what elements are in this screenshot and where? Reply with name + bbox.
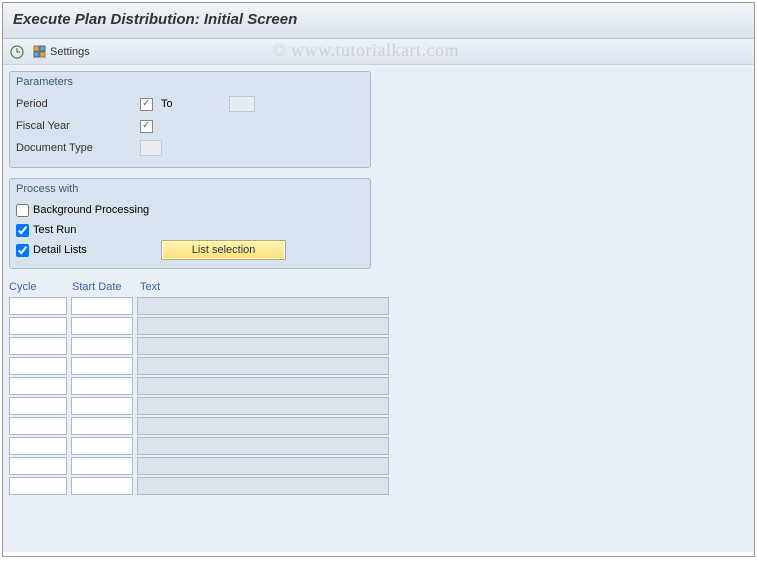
- start-date-field[interactable]: [71, 397, 133, 415]
- start-date-field[interactable]: [71, 457, 133, 475]
- start-date-field[interactable]: [71, 337, 133, 355]
- text-field[interactable]: [137, 297, 389, 315]
- col-header-cycle: Cycle: [9, 281, 64, 293]
- table-row: [9, 297, 407, 315]
- table-row: [9, 477, 407, 495]
- start-date-field[interactable]: [71, 357, 133, 375]
- period-to-field[interactable]: [229, 96, 255, 112]
- process-with-group-title: Process with: [10, 179, 370, 198]
- cycle-field[interactable]: [9, 357, 67, 375]
- fiscal-year-label: Fiscal Year: [16, 120, 136, 132]
- parameters-group: Parameters Period To Fiscal Year Documen…: [9, 71, 371, 168]
- main-window: Execute Plan Distribution: Initial Scree…: [2, 2, 755, 557]
- window-title-bar: Execute Plan Distribution: Initial Scree…: [3, 3, 754, 39]
- cycle-field[interactable]: [9, 477, 67, 495]
- start-date-field[interactable]: [71, 417, 133, 435]
- detail-lists-label: Detail Lists: [33, 244, 87, 256]
- table-row: [9, 397, 407, 415]
- list-selection-button[interactable]: List selection: [161, 240, 287, 260]
- execute-icon[interactable]: [9, 44, 25, 60]
- text-field[interactable]: [137, 317, 389, 335]
- text-field[interactable]: [137, 377, 389, 395]
- settings-button[interactable]: Settings: [29, 43, 93, 61]
- background-processing-label: Background Processing: [33, 204, 149, 216]
- cycle-field[interactable]: [9, 417, 67, 435]
- fiscal-year-row: Fiscal Year: [16, 115, 364, 137]
- document-type-field[interactable]: [140, 140, 162, 156]
- table-row: [9, 317, 407, 335]
- text-field[interactable]: [137, 457, 389, 475]
- start-date-field[interactable]: [71, 297, 133, 315]
- table-row: [9, 337, 407, 355]
- table-header: Cycle Start Date Text: [9, 279, 407, 297]
- test-run-checkbox[interactable]: [16, 224, 29, 237]
- settings-icon: [32, 44, 48, 60]
- cycle-field[interactable]: [9, 457, 67, 475]
- cycle-field[interactable]: [9, 397, 67, 415]
- test-run-label: Test Run: [33, 224, 76, 236]
- document-type-label: Document Type: [16, 142, 136, 154]
- table-row: [9, 457, 407, 475]
- process-with-group: Process with Background Processing Test …: [9, 178, 371, 269]
- table-row: [9, 417, 407, 435]
- start-date-field[interactable]: [71, 477, 133, 495]
- text-field[interactable]: [137, 437, 389, 455]
- table-row: [9, 377, 407, 395]
- period-label: Period: [16, 98, 136, 110]
- detail-lists-row: Detail Lists List selection: [16, 240, 364, 260]
- to-label: To: [161, 98, 173, 110]
- text-field[interactable]: [137, 357, 389, 375]
- cycle-field[interactable]: [9, 377, 67, 395]
- start-date-field[interactable]: [71, 377, 133, 395]
- text-field[interactable]: [137, 397, 389, 415]
- cycle-table: Cycle Start Date Text: [9, 279, 407, 495]
- text-field[interactable]: [137, 337, 389, 355]
- application-toolbar: Settings: [3, 39, 754, 65]
- required-icon: [140, 120, 153, 133]
- cycle-field[interactable]: [9, 297, 67, 315]
- start-date-field[interactable]: [71, 317, 133, 335]
- parameters-group-title: Parameters: [10, 72, 370, 91]
- col-header-text: Text: [140, 281, 407, 293]
- background-processing-checkbox[interactable]: [16, 204, 29, 217]
- content-area: Parameters Period To Fiscal Year Documen…: [3, 65, 754, 552]
- document-type-row: Document Type: [16, 137, 364, 159]
- cycle-field[interactable]: [9, 437, 67, 455]
- table-row: [9, 437, 407, 455]
- test-run-row: Test Run: [16, 220, 364, 240]
- required-icon: [140, 98, 153, 111]
- table-row: [9, 357, 407, 375]
- cycle-field[interactable]: [9, 317, 67, 335]
- settings-label: Settings: [50, 46, 90, 58]
- text-field[interactable]: [137, 417, 389, 435]
- cycle-field[interactable]: [9, 337, 67, 355]
- col-header-start-date: Start Date: [72, 281, 132, 293]
- period-row: Period To: [16, 93, 364, 115]
- background-processing-row: Background Processing: [16, 200, 364, 220]
- window-title: Execute Plan Distribution: Initial Scree…: [13, 11, 297, 28]
- start-date-field[interactable]: [71, 437, 133, 455]
- detail-lists-checkbox[interactable]: [16, 244, 29, 257]
- text-field[interactable]: [137, 477, 389, 495]
